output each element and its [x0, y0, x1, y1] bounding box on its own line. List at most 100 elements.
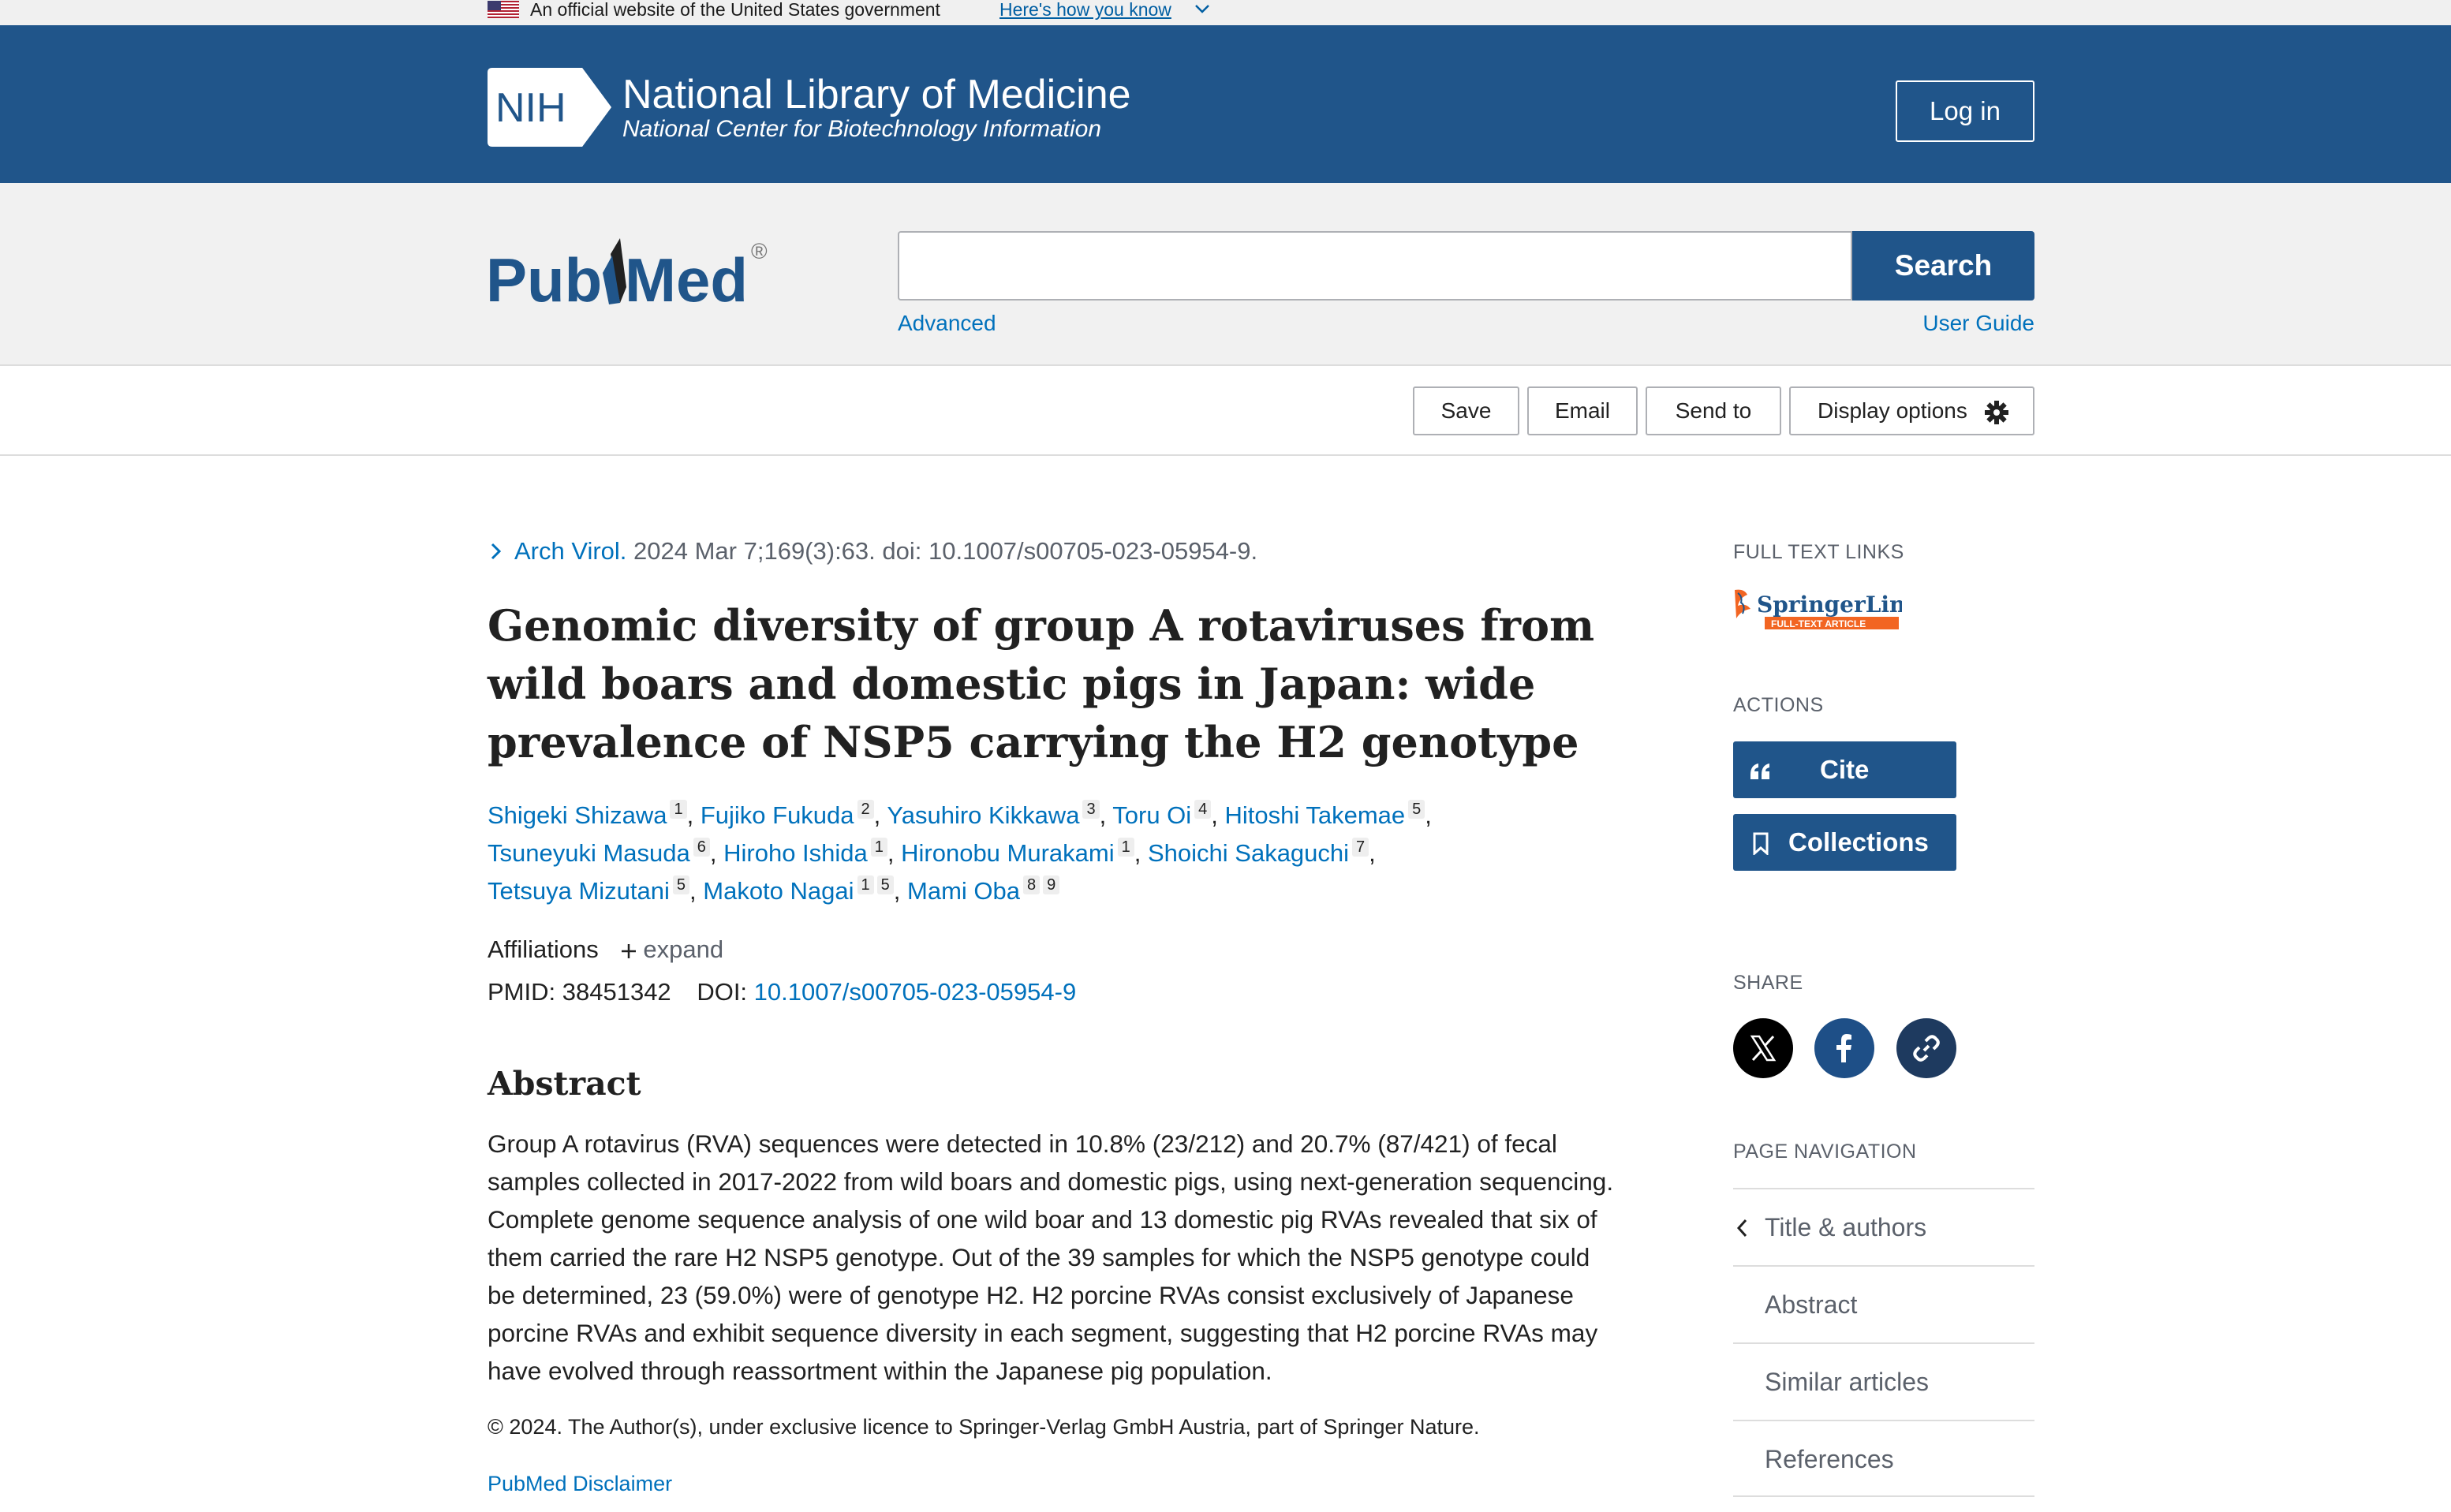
journal-link[interactable]: Arch Virol. [514, 537, 626, 565]
nav-item-label: Similar articles [1765, 1368, 1930, 1396]
affiliation-ref[interactable]: 6 [693, 838, 710, 857]
doi-label: DOI: [697, 978, 748, 1006]
svg-text:Pub: Pub [486, 245, 602, 315]
share-facebook-button[interactable] [1814, 1018, 1874, 1078]
pubmed-logo[interactable]: Pub Med ® [486, 224, 775, 327]
affiliation-ref[interactable]: 9 [1043, 875, 1060, 894]
collections-label: Collections [1788, 827, 1929, 857]
pmid-label: PMID: [488, 978, 556, 1006]
nih-logo[interactable]: NIH [488, 68, 611, 147]
affiliations-row: Affiliations expand [488, 932, 723, 967]
article-title: Genomic diversity of group A rotaviruses… [488, 600, 1595, 767]
ncbi-subtitle[interactable]: National Center for Biotechnology Inform… [622, 114, 1101, 144]
doi-link[interactable]: 10.1007/s00705-023-05954-9 [754, 978, 1077, 1006]
author-link[interactable]: Hironobu Murakami [901, 839, 1115, 867]
quote-icon [1750, 763, 1769, 779]
affiliation-ref[interactable]: 5 [672, 875, 690, 894]
article-toolbar: Save Email Send to Display options [0, 366, 2451, 456]
send-to-button[interactable]: Send to [1646, 386, 1781, 435]
abstract-text: Group A rotavirus (RVA) sequences were d… [488, 1129, 1614, 1385]
springer-name: SpringerLink [1757, 592, 1902, 618]
gear-icon [1985, 401, 2008, 424]
save-button[interactable]: Save [1413, 386, 1519, 435]
actions-heading: ACTIONS [1733, 694, 1824, 716]
nav-item-similar-articles[interactable]: Similar articles [1733, 1342, 2034, 1420]
share-heading: SHARE [1733, 972, 1803, 994]
facebook-icon [1836, 1034, 1851, 1062]
affiliation-ref[interactable]: 4 [1194, 800, 1212, 819]
user-guide-link[interactable]: User Guide [1922, 309, 2034, 338]
identifiers-row: PMID: 38451342 DOI: 10.1007/s00705-023-0… [488, 975, 1076, 1010]
author-link[interactable]: Yasuhiro Kikkawa [887, 801, 1079, 829]
citation-line: Arch Virol. 2024 Mar 7;169(3):63. doi: 1… [488, 535, 1257, 568]
official-text: An official website of the United States… [530, 0, 940, 20]
full-text-links-heading: FULL TEXT LINKS [1733, 541, 1904, 563]
us-flag-icon [488, 1, 519, 18]
author-list: Shigeki Shizawa 1, Fujiko Fukuda 2, Yasuhi… [488, 800, 1432, 905]
copy-link-button[interactable] [1896, 1018, 1956, 1078]
nav-item-title-authors[interactable]: Title & authors [1733, 1188, 2034, 1265]
nlm-title[interactable]: National Library of Medicine [622, 69, 1131, 120]
affiliation-ref[interactable]: 1 [857, 875, 874, 894]
author-link[interactable]: Makoto Nagai [703, 877, 854, 905]
citation-text: 2024 Mar 7;169(3):63. doi: 10.1007/s0070… [626, 537, 1258, 565]
nih-header: NIH National Library of Medicine Nationa… [0, 25, 2451, 183]
copyright-text: © 2024. The Author(s), under exclusive l… [488, 1415, 1480, 1439]
springerlink-logo[interactable]: SpringerLink FULL-TEXT ARTICLE [1733, 587, 1902, 633]
svg-text:®: ® [751, 239, 768, 263]
nav-item-abstract[interactable]: Abstract [1733, 1265, 2034, 1342]
affiliations-label: Affiliations [488, 935, 599, 963]
link-icon [1913, 1035, 1940, 1062]
page-navigation-heading: PAGE NAVIGATION [1733, 1141, 1917, 1163]
chevron-left-icon [1736, 1219, 1747, 1238]
how-you-know-link[interactable]: Here's how you know [999, 0, 1171, 19]
display-options-button[interactable]: Display options [1789, 386, 2034, 435]
email-button[interactable]: Email [1527, 386, 1638, 435]
pubmed-disclaimer-link[interactable]: PubMed Disclaimer [488, 1469, 672, 1499]
author-link[interactable]: Shoichi Sakaguchi [1148, 839, 1349, 867]
author-link[interactable]: Mami Oba [907, 877, 1020, 905]
advanced-search-link[interactable]: Advanced [898, 309, 996, 338]
affiliation-ref[interactable]: 1 [1117, 838, 1134, 857]
nav-item-label: References [1765, 1445, 1894, 1473]
affiliation-ref[interactable]: 5 [876, 875, 894, 894]
login-button[interactable]: Log in [1896, 80, 2034, 142]
affiliation-ref[interactable]: 2 [857, 800, 874, 819]
nav-item-references[interactable]: References [1733, 1420, 2034, 1497]
author-link[interactable]: Hiroho Ishida [723, 839, 868, 867]
affiliation-ref[interactable]: 8 [1023, 875, 1041, 894]
svg-text:Med: Med [625, 245, 748, 315]
chevron-down-icon[interactable] [1194, 2, 1211, 16]
expand-label: expand [643, 935, 724, 963]
author-link[interactable]: Hitoshi Takemae [1225, 801, 1406, 829]
author-link[interactable]: Tsuneyuki Masuda [488, 839, 690, 867]
search-area: Pub Med ® Search Advanced User Guide [0, 183, 2451, 366]
cite-button[interactable]: Cite [1733, 741, 1956, 798]
nih-logo-text: NIH [495, 85, 566, 131]
author-link[interactable]: Tetsuya Mizutani [488, 877, 670, 905]
collections-button[interactable]: Collections [1733, 814, 1956, 871]
chevron-right-icon[interactable] [488, 541, 505, 562]
nav-item-label: Title & authors [1765, 1213, 1927, 1241]
affiliation-ref[interactable]: 5 [1408, 800, 1425, 819]
bookmark-icon [1753, 832, 1769, 855]
page-navigation: Title & authors Abstract Similar article… [1733, 1188, 2034, 1497]
plus-icon [622, 944, 637, 958]
search-input[interactable] [898, 231, 1852, 301]
search-button[interactable]: Search [1852, 231, 2034, 301]
author-link[interactable]: Toru Oi [1112, 801, 1191, 829]
display-options-label: Display options [1818, 398, 1967, 423]
nav-item-label: Abstract [1765, 1290, 1858, 1319]
expand-affiliations-button[interactable]: expand [619, 935, 723, 963]
affiliation-ref[interactable]: 3 [1082, 800, 1100, 819]
x-logo-icon [1750, 1035, 1777, 1062]
affiliation-ref[interactable]: 7 [1352, 838, 1369, 857]
abstract-heading: Abstract [488, 1065, 641, 1103]
pmid-value: 38451342 [562, 978, 671, 1006]
share-x-button[interactable] [1733, 1018, 1793, 1078]
author-link[interactable]: Fujiko Fukuda [701, 801, 854, 829]
affiliation-ref[interactable]: 1 [670, 800, 687, 819]
affiliation-ref[interactable]: 1 [870, 838, 887, 857]
author-link[interactable]: Shigeki Shizawa [488, 801, 667, 829]
springer-badge: FULL-TEXT ARTICLE [1771, 618, 1866, 629]
